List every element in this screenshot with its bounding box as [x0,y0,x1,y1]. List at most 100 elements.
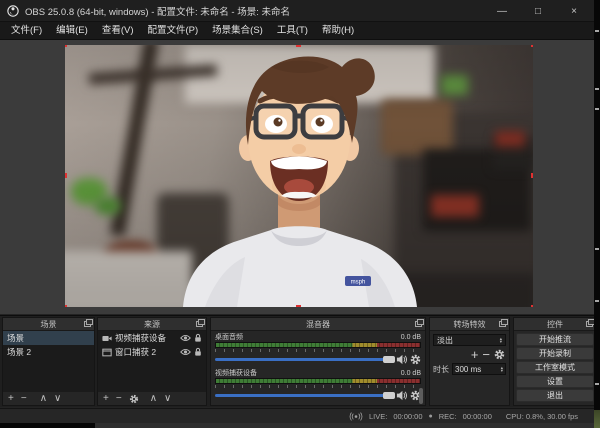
menu-view[interactable]: 查看(V) [95,22,141,40]
shirt-logo-text: msph [351,280,366,286]
video-source-preview[interactable]: msph [65,45,533,307]
window-icon [102,348,112,357]
exit-button[interactable]: 退出 [516,389,594,402]
cpu-fps-stats: CPU: 0.8%, 30.00 fps [506,412,578,421]
channel-level: 0.0 dB [401,333,421,342]
desktop-corner [0,423,95,428]
live-broadcast-icon [349,412,363,421]
dropdown-arrows-icon: ▴▾ [500,337,502,344]
scene-item-1[interactable]: 场景 [3,331,94,345]
background-window-sliver [594,0,600,428]
menu-tools[interactable]: 工具(T) [270,22,315,40]
minimize-button[interactable]: — [484,0,520,22]
transition-select[interactable]: 淡出 ▴▾ [433,334,506,346]
start-streaming-button[interactable]: 开始推流 [516,333,594,346]
transitions-title: 转场特效 [454,319,486,330]
speaker-icon[interactable] [396,354,407,365]
add-transition-button[interactable]: + [471,348,479,361]
duration-input[interactable]: 300 ms ▴▾ [452,363,506,375]
volume-meter [215,342,421,348]
mixer-channel-desktop-audio: 桌面音频 0.0 dB [215,333,421,365]
mixer-title: 混音器 [306,319,330,330]
volume-meter [215,378,421,384]
channel-level: 0.0 dB [401,369,421,378]
add-source-button[interactable]: + [103,392,109,405]
volume-slider-thumb[interactable] [383,392,395,399]
scene-down-button[interactable]: ∨ [54,392,61,405]
scene-item-2[interactable]: 场景 2 [3,345,94,359]
volume-slider[interactable] [215,394,393,397]
source-down-button[interactable]: ∨ [164,392,171,405]
lock-icon[interactable] [194,333,202,343]
source-item-2[interactable]: 窗口捕获 2 [98,345,206,359]
sources-title: 来源 [144,319,160,330]
mixer-scrollbar[interactable] [419,388,423,404]
studio-mode-button[interactable]: 工作室模式 [516,361,594,374]
controls-title: 控件 [547,319,563,330]
popout-icon[interactable] [499,321,506,327]
source-up-button[interactable]: ∧ [150,392,157,405]
scenes-toolbar: + − ∧ ∨ [3,392,94,405]
scene-up-button[interactable]: ∧ [40,392,47,405]
rec-dot-icon: ● [429,413,433,420]
eye-icon[interactable] [180,348,191,356]
camera-icon [102,334,112,343]
obs-window: OBS 25.0.8 (64-bit, windows) - 配置文件: 未命名… [0,0,600,428]
sources-list: 视频捕获设备 窗口捕获 2 [98,331,206,392]
preview-area: msph [0,40,600,314]
duration-label: 时长 [433,364,449,375]
spinner-arrows-icon[interactable]: ▴▾ [501,366,503,373]
popout-icon[interactable] [196,321,203,327]
status-bar: LIVE: 00:00:00 ● REC: 00:00:00 CPU: 0.8%… [0,408,600,423]
speaker-icon[interactable] [396,390,407,401]
remove-scene-button[interactable]: − [21,392,27,405]
menu-bar: 文件(F) 编辑(E) 查看(V) 配置文件(P) 场景集合(S) 工具(T) … [0,22,600,40]
menu-help[interactable]: 帮助(H) [315,22,361,40]
sources-toolbar: + − ∧ ∨ [98,392,206,405]
start-recording-button[interactable]: 开始录制 [516,347,594,360]
window-title: OBS 25.0.8 (64-bit, windows) - 配置文件: 未命名… [25,4,290,18]
transition-properties-gear-icon[interactable] [494,349,505,360]
popout-icon[interactable] [415,321,422,327]
close-button[interactable]: × [556,0,592,22]
rec-label: REC: [439,412,457,421]
menu-scene-collection[interactable]: 场景集合(S) [205,22,270,40]
menu-file[interactable]: 文件(F) [4,22,49,40]
remove-source-button[interactable]: − [116,392,122,405]
volume-slider[interactable] [215,358,393,361]
menu-profile[interactable]: 配置文件(P) [140,22,205,40]
settings-button[interactable]: 设置 [516,375,594,388]
add-scene-button[interactable]: + [8,392,14,405]
source-item-1[interactable]: 视频捕获设备 [98,331,206,345]
eye-icon[interactable] [180,334,191,342]
channel-name: 桌面音频 [215,333,243,342]
live-label: LIVE: [369,412,387,421]
source-properties-gear-icon[interactable] [129,394,139,404]
dock-area: 场景 场景 场景 2 + − ∧ ∨ 来源 [0,315,600,407]
controls-header: 控件 [514,318,596,331]
sources-header: 来源 [98,318,206,331]
memoji-person: msph [65,45,533,307]
sources-dock: 来源 视频捕获设备 [97,317,207,406]
popout-icon[interactable] [586,321,593,327]
transitions-dock: 转场特效 淡出 ▴▾ + − [429,317,510,406]
scenes-dock: 场景 场景 场景 2 + − ∧ ∨ [2,317,95,406]
channel-name: 视频捕获设备 [215,369,257,378]
mixer-body: 桌面音频 0.0 dB [211,331,425,405]
scenes-title: 场景 [41,319,57,330]
mixer-header: 混音器 [211,318,425,331]
channel-settings-gear-icon[interactable] [410,354,421,365]
window-controls: — □ × [484,0,592,22]
background-image-sliver [594,410,600,428]
controls-dock: 控件 开始推流 开始录制 工作室模式 设置 退出 [513,317,597,406]
title-bar: OBS 25.0.8 (64-bit, windows) - 配置文件: 未命名… [0,0,600,22]
transitions-header: 转场特效 [430,318,509,331]
rec-time: 00:00:00 [463,412,492,421]
obs-logo-icon [7,5,19,17]
lock-icon[interactable] [194,347,202,357]
popout-icon[interactable] [84,321,91,327]
remove-transition-button[interactable]: − [482,348,490,361]
maximize-button[interactable]: □ [520,0,556,22]
volume-slider-thumb[interactable] [383,356,395,363]
menu-edit[interactable]: 编辑(E) [49,22,95,40]
